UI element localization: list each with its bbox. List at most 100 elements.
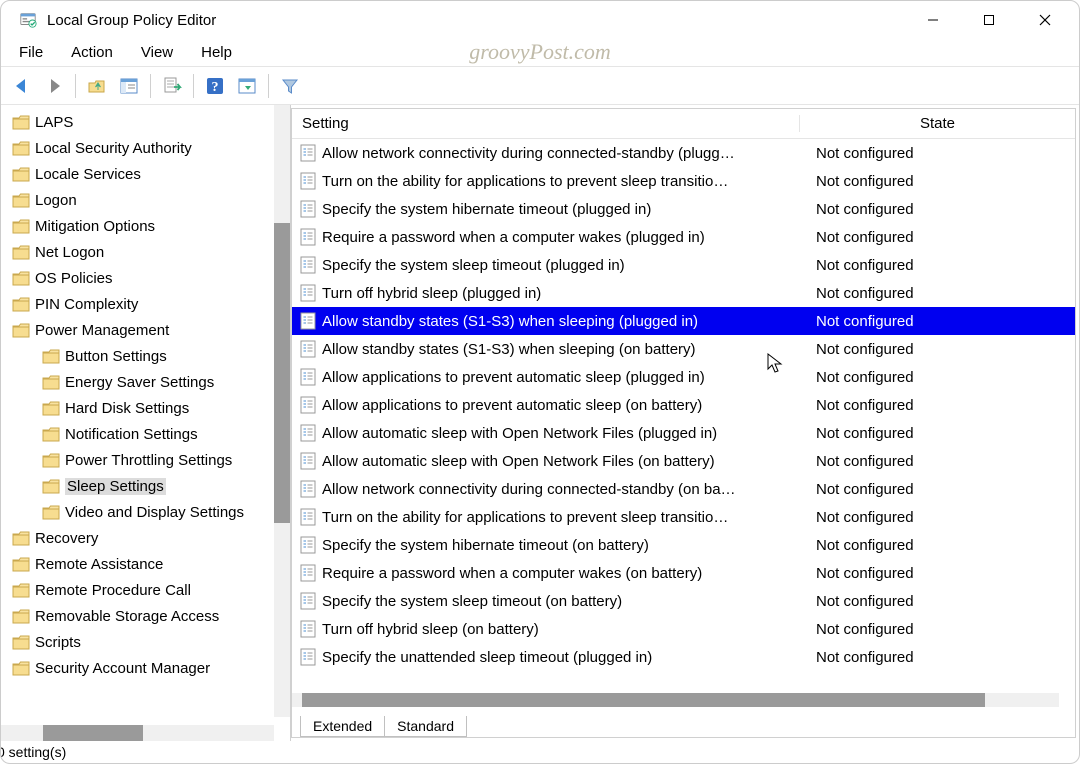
menu-help[interactable]: Help — [187, 41, 246, 64]
menubar: File Action View Help — [1, 39, 1079, 67]
folder-icon — [12, 531, 30, 546]
maximize-button[interactable] — [961, 5, 1017, 35]
action-pane-button[interactable] — [232, 71, 262, 101]
tree-item[interactable]: Button Settings — [1, 343, 290, 369]
forward-button[interactable] — [39, 71, 69, 101]
help-button[interactable]: ? — [200, 71, 230, 101]
svg-text:?: ? — [212, 80, 219, 95]
settings-row[interactable]: Allow network connectivity during connec… — [292, 139, 1075, 167]
settings-row[interactable]: Allow applications to prevent automatic … — [292, 363, 1075, 391]
minimize-button[interactable] — [905, 5, 961, 35]
tree-item[interactable]: Sleep Settings — [1, 473, 290, 499]
settings-row[interactable]: Turn on the ability for applications to … — [292, 167, 1075, 195]
tree-item-label: Security Account Manager — [35, 660, 210, 677]
tree-item[interactable]: Removable Storage Access — [1, 603, 290, 629]
settings-row[interactable]: Allow standby states (S1-S3) when sleepi… — [292, 335, 1075, 363]
folder-icon — [42, 375, 60, 390]
settings-row[interactable]: Require a password when a computer wakes… — [292, 223, 1075, 251]
details-panel: Setting State Allow network connectivity… — [291, 108, 1076, 738]
policy-item-icon — [300, 564, 316, 582]
settings-row[interactable]: Require a password when a computer wakes… — [292, 559, 1075, 587]
setting-name: Allow standby states (S1-S3) when sleepi… — [322, 341, 800, 358]
list-h-scroll-thumb[interactable] — [302, 693, 985, 707]
tab-extended[interactable]: Extended — [300, 716, 385, 737]
show-hide-tree-button[interactable] — [114, 71, 144, 101]
policy-item-icon — [300, 312, 316, 330]
settings-list[interactable]: Setting State Allow network connectivity… — [292, 109, 1075, 711]
tree-item[interactable]: Power Throttling Settings — [1, 447, 290, 473]
setting-state: Not configured — [800, 313, 914, 330]
tree-panel[interactable]: LAPSLocal Security AuthorityLocale Servi… — [1, 105, 291, 741]
tree-item[interactable]: Recovery — [1, 525, 290, 551]
setting-name: Turn off hybrid sleep (plugged in) — [322, 285, 800, 302]
tree-item[interactable]: Video and Display Settings — [1, 499, 290, 525]
tree-item[interactable]: Remote Procedure Call — [1, 577, 290, 603]
folder-icon — [12, 609, 30, 624]
setting-state: Not configured — [800, 145, 914, 162]
titlebar[interactable]: Local Group Policy Editor — [1, 1, 1079, 39]
setting-name: Specify the system hibernate timeout (pl… — [322, 201, 800, 218]
tree-item[interactable]: Power Management — [1, 317, 290, 343]
setting-state: Not configured — [800, 509, 914, 526]
tree-item[interactable]: Energy Saver Settings — [1, 369, 290, 395]
settings-row[interactable]: Allow network connectivity during connec… — [292, 475, 1075, 503]
setting-name: Allow applications to prevent automatic … — [322, 397, 800, 414]
tree-item[interactable]: Local Security Authority — [1, 135, 290, 161]
tree-item[interactable]: PIN Complexity — [1, 291, 290, 317]
policy-item-icon — [300, 508, 316, 526]
filter-button[interactable] — [275, 71, 305, 101]
menu-action[interactable]: Action — [57, 41, 127, 64]
tree-item-label: Removable Storage Access — [35, 608, 219, 625]
settings-row[interactable]: Allow standby states (S1-S3) when sleepi… — [292, 307, 1075, 335]
policy-item-icon — [300, 648, 316, 666]
settings-row[interactable]: Allow automatic sleep with Open Network … — [292, 447, 1075, 475]
menu-file[interactable]: File — [5, 41, 57, 64]
setting-state: Not configured — [800, 621, 914, 638]
tree-item[interactable]: Logon — [1, 187, 290, 213]
tree-item-label: PIN Complexity — [35, 296, 138, 313]
settings-row[interactable]: Specify the system hibernate timeout (on… — [292, 531, 1075, 559]
tree-item[interactable]: Net Logon — [1, 239, 290, 265]
policy-item-icon — [300, 424, 316, 442]
policy-item-icon — [300, 144, 316, 162]
menu-view[interactable]: View — [127, 41, 187, 64]
setting-state: Not configured — [800, 565, 914, 582]
setting-state: Not configured — [800, 173, 914, 190]
tree-item[interactable]: Locale Services — [1, 161, 290, 187]
folder-icon — [42, 427, 60, 442]
tree-item[interactable]: Mitigation Options — [1, 213, 290, 239]
tab-standard[interactable]: Standard — [384, 716, 467, 737]
settings-row[interactable]: Turn on the ability for applications to … — [292, 503, 1075, 531]
export-list-button[interactable] — [157, 71, 187, 101]
folder-icon — [42, 505, 60, 520]
setting-state: Not configured — [800, 341, 914, 358]
close-button[interactable] — [1017, 5, 1073, 35]
tree-item[interactable]: Remote Assistance — [1, 551, 290, 577]
tree-v-scroll-thumb[interactable] — [274, 223, 290, 523]
up-folder-button[interactable] — [82, 71, 112, 101]
settings-row[interactable]: Turn off hybrid sleep (plugged in)Not co… — [292, 279, 1075, 307]
column-header-state[interactable]: State — [800, 115, 1075, 132]
settings-row[interactable]: Specify the system hibernate timeout (pl… — [292, 195, 1075, 223]
settings-row[interactable]: Specify the system sleep timeout (plugge… — [292, 251, 1075, 279]
settings-row[interactable]: Specify the system sleep timeout (on bat… — [292, 587, 1075, 615]
back-button[interactable] — [7, 71, 37, 101]
tree-item[interactable]: LAPS — [1, 109, 290, 135]
tree-item[interactable]: Hard Disk Settings — [1, 395, 290, 421]
tree-item[interactable]: Notification Settings — [1, 421, 290, 447]
settings-row[interactable]: Allow automatic sleep with Open Network … — [292, 419, 1075, 447]
column-header-setting[interactable]: Setting — [292, 115, 800, 132]
settings-row[interactable]: Allow applications to prevent automatic … — [292, 391, 1075, 419]
tree-item[interactable]: Scripts — [1, 629, 290, 655]
tree-item-label: Net Logon — [35, 244, 104, 261]
list-header[interactable]: Setting State — [292, 109, 1075, 139]
folder-icon — [12, 141, 30, 156]
tree-h-scroll-thumb[interactable] — [43, 725, 143, 741]
setting-state: Not configured — [800, 481, 914, 498]
setting-name: Specify the system hibernate timeout (on… — [322, 537, 800, 554]
settings-row[interactable]: Turn off hybrid sleep (on battery)Not co… — [292, 615, 1075, 643]
tree-item[interactable]: OS Policies — [1, 265, 290, 291]
settings-row[interactable]: Specify the unattended sleep timeout (pl… — [292, 643, 1075, 671]
policy-item-icon — [300, 200, 316, 218]
tree-item[interactable]: Security Account Manager — [1, 655, 290, 681]
